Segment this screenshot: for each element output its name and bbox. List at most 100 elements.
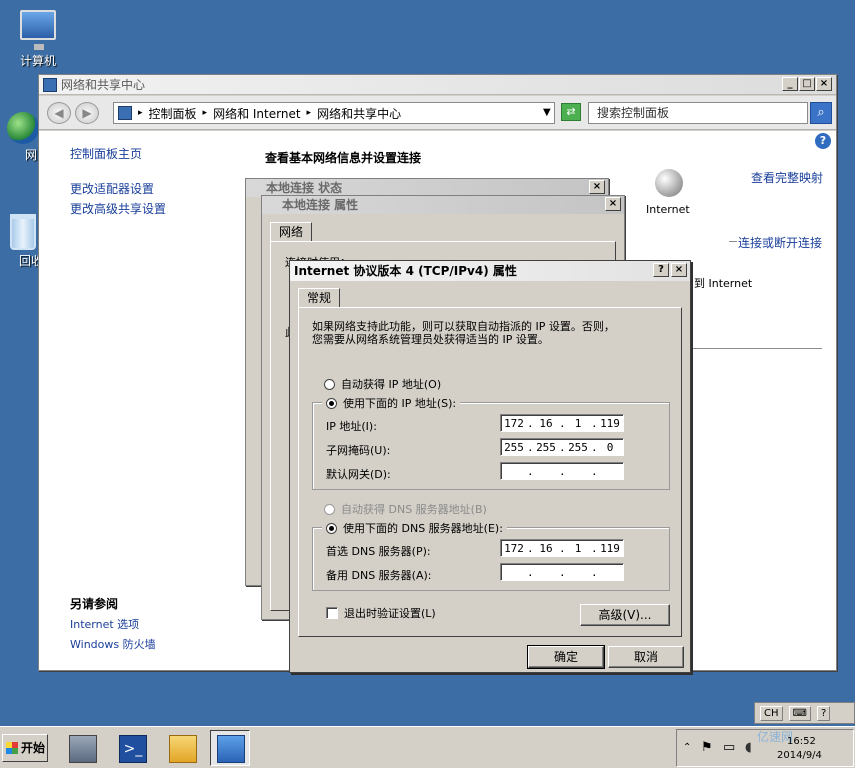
ip-octet: 172 [504,541,524,555]
close-button[interactable]: × [816,77,832,91]
description-text: 如果网络支持此功能，则可以获取自动指派的 IP 设置。否则， 您需要从网络系统管… [312,320,662,346]
ip-octet: 1 [574,541,582,555]
checkbox-label: 退出时验证设置(L) [344,607,436,620]
cancel-button[interactable]: 取消 [608,646,684,668]
recycle-bin-icon [10,214,36,250]
close-button[interactable]: × [605,197,621,211]
tab-network[interactable]: 网络 [270,222,313,242]
network-icon [7,112,39,144]
taskbar-app-server-manager[interactable] [62,730,102,766]
chevron-up-icon[interactable]: ⌃ [683,742,691,753]
help-icon[interactable]: ? [816,705,831,721]
help-button[interactable]: ? [653,263,669,277]
desktop-icon-recycle-bin[interactable]: 回收 [3,214,43,269]
forward-button[interactable]: ▶ [75,102,99,124]
chevron-right-icon: ▸ [202,108,208,118]
sidebar-link-adapter-settings[interactable]: 更改适配器设置 [70,180,154,197]
ip-octet: 1 [574,416,582,430]
radio-dot [324,503,335,515]
language-indicator[interactable]: CH [760,705,783,721]
chevron-right-icon: ▸ [306,108,312,118]
keyboard-icon[interactable]: ⌨ [788,705,811,721]
breadcrumb-item[interactable]: 控制面板 [149,105,197,122]
help-icon[interactable]: ? [815,133,831,149]
breadcrumb-item[interactable]: 网络和共享中心 [317,105,401,122]
server-manager-icon [69,735,97,763]
maximize-button[interactable]: □ [799,77,815,91]
gateway-label: 默认网关(D): [326,468,391,481]
taskbar-app-powershell[interactable]: >_ [112,730,152,766]
internet-globe-icon[interactable] [655,169,683,197]
radio-label: 自动获得 DNS 服务器地址(B) [341,503,487,516]
volume-icon[interactable]: ◖ [745,740,752,755]
start-label: 开始 [21,741,46,755]
radio-label: 使用下面的 IP 地址(S): [343,397,457,410]
radio-dot [326,397,337,409]
taskbar-app-network-center[interactable] [210,730,250,766]
refresh-button[interactable]: ⇄ [561,103,581,121]
preferred-dns-field[interactable]: 172. 16. 1. 119 [500,539,624,557]
ip-address-field[interactable]: 172. 16. 1. 119 [500,414,624,432]
auto-dns-radio: 自动获得 DNS 服务器地址(B) [324,501,487,517]
subnet-mask-label: 子网掩码(U): [326,444,391,457]
chevron-down-icon[interactable]: ▼ [543,107,551,118]
clock-time[interactable]: 16:52 [787,736,816,747]
breadcrumb-item[interactable]: 网络和 Internet [213,105,300,122]
dialog-title[interactable]: 本地连接 属性 × [262,196,624,214]
use-dns-radio[interactable]: 使用下面的 DNS 服务器地址(E): [322,520,507,536]
subnet-mask-field[interactable]: 255. 255. 255. 0 [500,438,624,456]
network-tray-icon[interactable]: ▭ [723,740,735,755]
window-title: 网络和共享中心 [61,78,146,92]
gateway-field[interactable]: . . . [500,462,624,480]
start-button[interactable]: 开始 [2,734,48,762]
ip-octet: 119 [600,541,620,555]
breadcrumb[interactable]: ▸ 控制面板 ▸ 网络和 Internet ▸ 网络和共享中心 [113,102,555,124]
see-also-heading: 另请参阅 [70,597,119,611]
sidebar-link-home[interactable]: 控制面板主页 [70,145,142,162]
ok-button[interactable]: 确定 [527,645,605,669]
validate-on-exit-checkbox[interactable]: 退出时验证设置(L) [326,605,436,621]
network-center-icon [217,735,245,763]
preferred-dns-label: 首选 DNS 服务器(P): [326,545,431,558]
radio-label: 使用下面的 DNS 服务器地址(E): [343,522,503,535]
connect-disconnect-link[interactable]: 连接或断开连接 [738,234,822,251]
ip-octet: 16 [539,541,553,555]
taskbar: 开始 >_ ⌃ ⚑ ▭ ◖ 亿速网 16:52 2014/9/4 [0,726,855,768]
description-line: 您需要从网络系统管理员处获得适当的 IP 设置。 [312,333,549,346]
taskbar-app-explorer[interactable] [162,730,202,766]
ipv4-properties-dialog: Internet 协议版本 4 (TCP/IPv4) 属性 ? × 常规 如果网… [289,260,691,673]
address-bar: ◀ ▶ ▸ 控制面板 ▸ 网络和 Internet ▸ 网络和共享中心 ▼ ⇄ … [39,96,836,130]
auto-ip-radio[interactable]: 自动获得 IP 地址(O) [324,376,441,392]
ip-octet: 0 [606,440,614,454]
ip-octet: 16 [539,416,553,430]
close-button[interactable]: × [671,263,687,277]
sidebar-link-advanced-sharing[interactable]: 更改高级共享设置 [70,200,166,217]
checkbox-box [326,607,338,619]
desktop-icon-computer[interactable]: 计算机 [3,10,73,69]
dialog-title[interactable]: Internet 协议版本 4 (TCP/IPv4) 属性 ? × [290,261,690,281]
tab-general[interactable]: 常规 [298,288,341,308]
divider [692,348,822,349]
use-ip-radio[interactable]: 使用下面的 IP 地址(S): [322,395,461,411]
desktop-icon-network[interactable]: 网 [3,112,43,163]
folder-icon [169,735,197,763]
search-input[interactable]: 搜索控制面板 [588,102,808,124]
alternate-dns-field[interactable]: . . . [500,563,624,581]
dialog-title-text: 本地连接 状态 [266,181,343,195]
sidebar-link-internet-options[interactable]: Internet 选项 [70,616,139,632]
flag-icon[interactable]: ⚑ [701,740,713,755]
advanced-button[interactable]: 高级(V)... [580,604,670,626]
window-titlebar[interactable]: 网络和共享中心 _ □ × [39,75,836,95]
search-button[interactable]: ⌕ [810,102,832,124]
alternate-dns-label: 备用 DNS 服务器(A): [326,569,432,582]
close-button[interactable]: × [589,180,605,194]
chevron-right-icon: ▸ [138,108,143,118]
back-button[interactable]: ◀ [47,102,71,124]
system-tray: ⌃ ⚑ ▭ ◖ 亿速网 16:52 2014/9/4 [676,729,854,767]
minimize-button[interactable]: _ [782,77,798,91]
clock-date[interactable]: 2014/9/4 [777,750,822,761]
sidebar-link-firewall[interactable]: Windows 防火墙 [70,636,156,652]
view-full-map-link[interactable]: 查看完整映射 [751,169,823,186]
divider [729,241,737,242]
ip-octet: 255 [504,440,524,454]
